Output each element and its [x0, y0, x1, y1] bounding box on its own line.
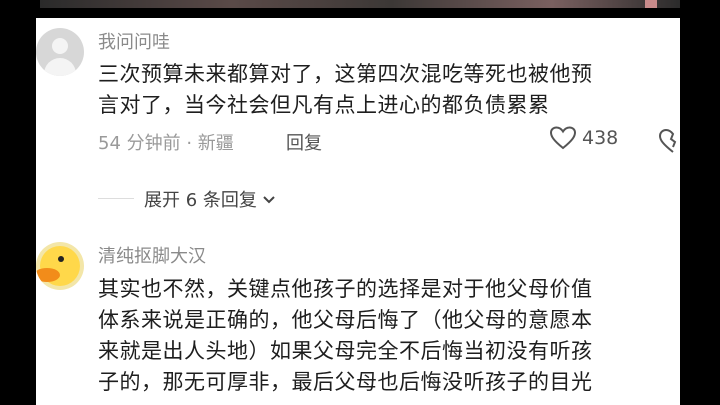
heart-icon	[550, 126, 576, 150]
expand-divider	[98, 198, 134, 199]
duck-avatar-icon[interactable]	[36, 242, 84, 290]
comment-line: 子的，那无可厚非，最后父母也后悔没听孩子的目光	[98, 370, 593, 394]
video-preview[interactable]	[40, 0, 680, 8]
default-avatar-icon[interactable]	[36, 28, 84, 76]
expand-replies-button[interactable]: 展开 6 条回复	[144, 186, 277, 212]
video-area-top	[0, 0, 720, 20]
expand-replies-label: 展开 6 条回复	[144, 190, 257, 211]
like-button[interactable]: 438	[550, 126, 618, 150]
comment-username[interactable]: 我问问哇	[98, 28, 170, 54]
comment-username[interactable]: 清纯抠脚大汉	[98, 242, 206, 268]
chevron-down-icon	[263, 196, 275, 204]
video-overlay-mark	[645, 0, 657, 8]
comment-text: 三次预算未来都算对了，这第四次混吃等死也被他预 言对了，当今社会但凡有点上进心的…	[98, 59, 678, 121]
comment-line: 三次预算未来都算对了，这第四次混吃等死也被他预	[98, 62, 593, 86]
comment-text: 其实也不然，关键点他孩子的选择是对于他父母价值 体系来说是正确的，他父母后悔了（…	[98, 274, 678, 398]
comment-time-location: 54 分钟前 · 新疆	[98, 133, 234, 154]
comment-panel: 我问问哇 三次预算未来都算对了，这第四次混吃等死也被他预 言对了，当今社会但凡有…	[36, 18, 680, 405]
comment-line: 言对了，当今社会但凡有点上进心的都负债累累	[98, 93, 550, 117]
like-count: 438	[582, 127, 619, 149]
comment-line: 其实也不然，关键点他孩子的选择是对于他父母价值	[98, 277, 593, 301]
comment-line: 体系来说是正确的，他父母后悔了（他父母的意愿本	[98, 308, 593, 332]
comment-line: 来就是出人头地）如果父母完全不后悔当初没有听孩	[98, 339, 593, 363]
dislike-icon[interactable]	[658, 128, 680, 154]
reply-button[interactable]: 回复	[286, 129, 322, 155]
